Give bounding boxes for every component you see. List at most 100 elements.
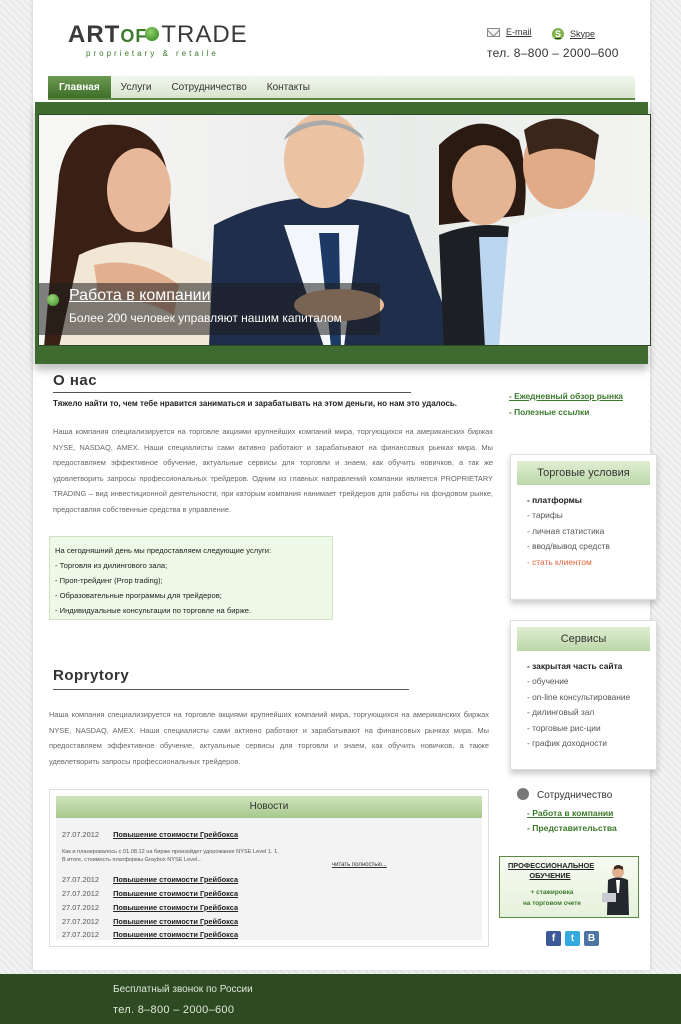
news-desc-line: В итоге, стоимость платформы Graybox NYS… [62, 857, 203, 863]
news-item: 27.07.2012 Повышение стоимости Грейбокса [62, 889, 238, 898]
news-item: 27.07.2012 Повышение стоимости Грейбокса [62, 875, 238, 884]
useful-links-link[interactable]: - Полезные ссылки [509, 404, 623, 420]
skype-label: Skype [570, 28, 596, 39]
news-link[interactable]: Повышение стоимости Грейбокса [113, 917, 238, 926]
news-date: 27.07.2012 [62, 917, 99, 926]
header-phone: тел. 8–800 – 2000–600 [487, 46, 619, 60]
service-item: - Образовательные программы для трейдеро… [55, 591, 222, 600]
promo-line: на торговом счете [523, 900, 581, 907]
closed-section-link[interactable]: - закрытая часть сайта [527, 659, 650, 674]
online-consulting-link[interactable]: - on-line консультирование [527, 690, 650, 705]
read-more-link[interactable]: читать полностью... [332, 862, 387, 868]
user-icon [517, 788, 529, 800]
dealing-room-link[interactable]: - дилинговый зал [527, 705, 650, 720]
market-review-link[interactable]: - Ежедневный обзор рынка [509, 388, 623, 404]
news-date: 27.07.2012 [62, 889, 99, 898]
footer-note: Бесплатный звонок по России [113, 984, 253, 995]
email-label: E-mail [506, 27, 532, 37]
personal-stats-link[interactable]: - личная статистика [527, 524, 650, 539]
news-date: 27.07.2012 [62, 830, 99, 839]
logo-wordmark: ARTOF TRADE [68, 22, 248, 49]
news-desc-line: Как и планировалось с 01.08.12 на бирже … [62, 849, 279, 855]
footer: Бесплатный звонок по России тел. 8–800 –… [0, 974, 681, 1024]
banner-photo: Работа в компании Более 200 человек упра… [38, 114, 651, 346]
logo-art: ART [68, 21, 121, 48]
promo-subtitle: + стажировка на торговом счете [508, 887, 596, 909]
logo-tagline: proprietary & retaile [86, 49, 219, 58]
banner-subtitle: Более 200 человек управляют нашим капита… [69, 311, 342, 325]
deposit-withdraw-link[interactable]: - ввод/вывод средств [527, 539, 650, 554]
cooperation-title: Сотрудничество [537, 790, 613, 801]
news-item: 27.07.2012 Повышение стоимости Грейбокса [62, 917, 238, 926]
nav-item-contacts[interactable]: Контакты [257, 76, 320, 98]
about-lead: Тяжело найти то, чем тебе нравится заним… [53, 399, 458, 408]
logo-of: OF [120, 26, 148, 46]
representatives-link[interactable]: - Представительства [527, 821, 617, 836]
envelope-icon [487, 27, 500, 37]
nav-item-services[interactable]: Услуги [111, 76, 162, 98]
trading-conditions-panel: Торговые условия - платформы - тарифы - … [510, 454, 657, 600]
news-header: Новости [56, 796, 482, 818]
trading-risks-link[interactable]: - торговые рис-ции [527, 721, 650, 736]
news-date: 27.07.2012 [62, 930, 99, 939]
jobs-link[interactable]: - Работа в компании [527, 806, 617, 821]
service-item: - Проп-трейдинг (Prop trading); [55, 576, 163, 585]
education-link[interactable]: - обучение [527, 674, 650, 689]
header-contacts: E-mail S Skype [487, 27, 613, 40]
page-container: ARTOF TRADE proprietary & retaile E-mail … [33, 0, 657, 970]
second-body: Наша компания специализируется на торгов… [49, 710, 489, 766]
about-divider [53, 392, 411, 393]
services-panel-list: - закрытая часть сайта - обучение - on-l… [517, 659, 650, 751]
promo-line: + стажировка [530, 889, 574, 896]
news-block: Новости 27.07.2012 Повышение стоимости Г… [49, 789, 489, 947]
platforms-link[interactable]: - платформы [527, 493, 650, 508]
twitter-icon[interactable]: t [565, 931, 580, 946]
news-link[interactable]: Повышение стоимости Грейбокса [113, 889, 238, 898]
promo-title: ПРОФЕССИОНАЛЬНОЕ ОБУЧЕНИЕ [508, 861, 595, 880]
skype-link[interactable]: S Skype [552, 27, 596, 40]
social-links: f t B [546, 931, 599, 946]
nav-item-home[interactable]: Главная [48, 76, 111, 98]
services-panel-title: Сервисы [517, 627, 650, 651]
businessman-illustration [602, 865, 629, 915]
news-link[interactable]: Повышение стоимости Грейбокса [113, 875, 238, 884]
banner-title-link[interactable]: Работа в компании [69, 287, 211, 305]
services-panel: Сервисы - закрытая часть сайта - обучени… [510, 620, 657, 770]
trading-conditions-title: Торговые условия [517, 461, 650, 485]
logo-trade: TRADE [161, 21, 248, 48]
second-divider [53, 689, 409, 690]
globe-bullet-icon [47, 294, 59, 306]
globe-icon [145, 27, 160, 41]
services-intro: На сегодняшний день мы предоставляем сле… [55, 546, 272, 555]
news-link[interactable]: Повышение стоимости Грейбокса [113, 903, 238, 912]
news-description: Как и планировалось с 01.08.12 на бирже … [62, 848, 279, 864]
about-title: О нас [53, 372, 98, 389]
tariffs-link[interactable]: - тарифы [527, 508, 650, 523]
news-inner: Новости 27.07.2012 Повышение стоимости Г… [56, 796, 482, 940]
news-item: 27.07.2012 Повышение стоимости Грейбокса [62, 930, 238, 939]
cooperation-links: - Работа в компании - Представительства [527, 806, 617, 836]
service-item: - Торговля из дилингового зала; [55, 561, 168, 570]
news-link[interactable]: Повышение стоимости Грейбокса [113, 930, 238, 939]
cooperation-heading: Сотрудничество [517, 788, 612, 801]
service-item: - Индивидуальные консультации по торговл… [55, 606, 252, 615]
become-client-link[interactable]: - стать клиентом [527, 555, 650, 570]
news-link[interactable]: Повышение стоимости Грейбокса [113, 830, 238, 839]
footer-phone: тел. 8–800 – 2000–600 [113, 1004, 235, 1016]
services-box: На сегодняшний день мы предоставляем сле… [49, 536, 333, 620]
vk-icon[interactable]: B [584, 931, 599, 946]
banner-caption: Работа в компании Более 200 человек упра… [39, 283, 380, 335]
banner: Работа в компании Более 200 человек упра… [35, 102, 651, 364]
trading-conditions-list: - платформы - тарифы - личная статистика… [517, 493, 650, 570]
logo[interactable]: ARTOF TRADE proprietary & retaile [68, 22, 248, 59]
facebook-icon[interactable]: f [546, 931, 561, 946]
main-nav: Главная Услуги Сотрудничество Контакты [48, 76, 635, 100]
profit-chart-link[interactable]: - график доходности [527, 736, 650, 751]
news-item: 27.07.2012 Повышение стоимости Грейбокса [62, 830, 238, 839]
email-link[interactable]: E-mail [487, 27, 532, 37]
second-title: Roprytory [53, 667, 130, 684]
nav-item-cooperation[interactable]: Сотрудничество [161, 76, 256, 98]
news-item: 27.07.2012 Повышение стоимости Грейбокса [62, 903, 238, 912]
news-date: 27.07.2012 [62, 875, 99, 884]
training-promo-banner[interactable]: ПРОФЕССИОНАЛЬНОЕ ОБУЧЕНИЕ + стажировка н… [499, 856, 639, 918]
